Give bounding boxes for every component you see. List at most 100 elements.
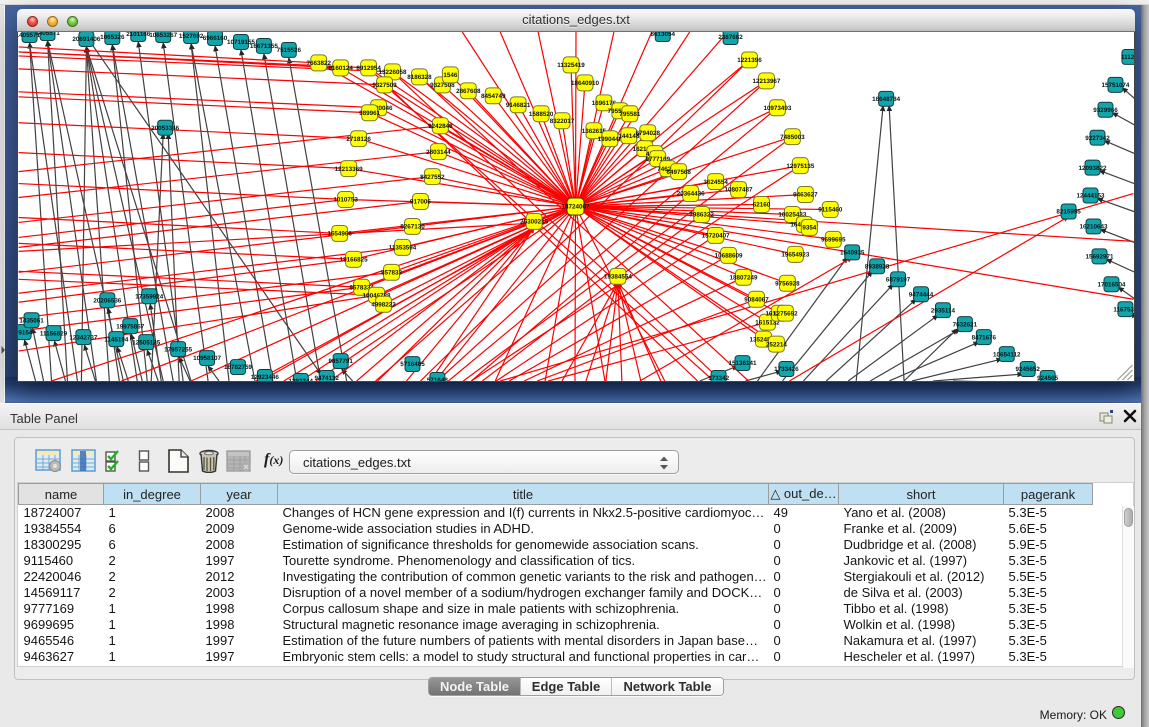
svg-text:18807249: 18807249 (730, 275, 758, 282)
svg-text:20364436: 20364436 (677, 191, 705, 198)
svg-text:17016504: 17016504 (1097, 281, 1125, 288)
svg-text:1065326: 1065326 (100, 34, 125, 41)
svg-text:9327503: 9327503 (372, 82, 397, 89)
svg-text:1010753: 1010753 (333, 197, 358, 204)
svg-text:11120: 11120 (1121, 54, 1135, 61)
svg-text:15720407: 15720407 (702, 233, 730, 240)
svg-text:10958107: 10958107 (193, 355, 221, 362)
svg-text:1527602: 1527602 (179, 33, 204, 40)
svg-text:857833: 857833 (381, 270, 402, 277)
svg-text:18724007: 18724007 (562, 204, 590, 211)
svg-text:17957255: 17957255 (164, 346, 192, 353)
svg-text:1640935: 1640935 (840, 250, 865, 257)
svg-text:9227342: 9227342 (1085, 135, 1110, 142)
svg-text:8267130: 8267130 (400, 224, 425, 231)
svg-text:1546: 1546 (443, 72, 457, 79)
svg-text:10688609: 10688609 (715, 253, 743, 260)
svg-text:16648784: 16648784 (872, 96, 900, 103)
svg-text:19384554: 19384554 (604, 274, 632, 281)
svg-text:1588520: 1588520 (529, 111, 554, 118)
svg-text:571648: 571648 (427, 377, 448, 382)
svg-text:2101166: 2101166 (126, 32, 151, 38)
svg-text:6794028: 6794028 (636, 130, 661, 137)
svg-text:924565: 924565 (1037, 375, 1058, 382)
svg-text:12975135: 12975135 (786, 163, 814, 170)
svg-text:9354: 9354 (802, 225, 816, 232)
svg-text:2935114: 2935114 (931, 307, 956, 314)
svg-text:9474444: 9474444 (909, 291, 934, 298)
svg-text:2718126: 2718126 (346, 136, 371, 143)
svg-text:8471676: 8471676 (972, 334, 997, 341)
svg-text:62160: 62160 (753, 202, 771, 209)
svg-text:16210643: 16210643 (1080, 224, 1108, 231)
svg-text:15692971: 15692971 (1086, 254, 1114, 261)
svg-text:11325419: 11325419 (557, 62, 585, 69)
svg-text:1275692: 1275692 (773, 310, 798, 317)
svg-text:8215955: 8215955 (1056, 209, 1081, 216)
svg-text:19975867: 19975867 (116, 323, 144, 330)
svg-text:10973493: 10973493 (763, 105, 791, 112)
svg-text:1292344: 1292344 (289, 378, 314, 382)
svg-text:9242848: 9242848 (428, 123, 453, 130)
svg-text:9084067: 9084067 (744, 296, 769, 303)
svg-text:12342737: 12342737 (69, 334, 97, 341)
svg-text:3624554: 3624554 (703, 179, 728, 186)
svg-text:18640910: 18640910 (571, 80, 599, 87)
svg-text:7485003: 7485003 (780, 134, 805, 141)
svg-text:1435061: 1435061 (19, 317, 44, 324)
svg-text:25300215: 25300215 (520, 219, 548, 226)
svg-text:8938928: 8938928 (865, 264, 890, 271)
svg-text:2803144: 2803144 (426, 149, 451, 156)
svg-text:252214: 252214 (766, 341, 787, 348)
svg-text:13226058: 13226058 (379, 69, 407, 76)
svg-text:11353594: 11353594 (389, 245, 417, 252)
svg-text:12213967: 12213967 (752, 78, 780, 85)
svg-text:17359924: 17359924 (135, 293, 163, 300)
svg-text:6497568: 6497568 (666, 169, 691, 176)
svg-text:20053346: 20053346 (151, 125, 179, 132)
svg-text:173342: 173342 (708, 375, 729, 382)
svg-text:9115460: 9115460 (818, 207, 843, 214)
svg-text:6879197: 6879197 (886, 276, 911, 283)
svg-text:9857791: 9857791 (328, 358, 353, 365)
svg-text:1167533: 1167533 (1113, 306, 1135, 313)
svg-text:8427552: 8427552 (420, 174, 445, 181)
svg-text:10653267: 10653267 (149, 32, 177, 39)
svg-text:10654112: 10654112 (993, 351, 1021, 358)
svg-text:8454749: 8454749 (481, 93, 506, 100)
svg-text:1221396: 1221396 (737, 57, 762, 64)
svg-text:795581: 795581 (619, 111, 640, 118)
svg-text:9699695: 9699695 (821, 237, 846, 244)
svg-text:7632621: 7632621 (953, 321, 978, 328)
svg-text:15136141: 15136141 (729, 360, 757, 367)
svg-text:8186328: 8186328 (407, 74, 432, 81)
svg-text:19654923: 19654923 (781, 252, 809, 259)
svg-text:9474132: 9474132 (314, 375, 339, 382)
svg-text:8613054: 8613054 (651, 32, 676, 38)
svg-text:15751074: 15751074 (1101, 82, 1129, 89)
svg-text:4998222: 4998222 (371, 301, 396, 308)
svg-text:11156829: 11156829 (40, 330, 68, 337)
svg-text:12923446: 12923446 (251, 374, 279, 381)
svg-text:2387682: 2387682 (718, 34, 743, 41)
svg-text:16671355: 16671355 (250, 43, 278, 50)
svg-text:9245652: 9245652 (1015, 366, 1040, 373)
svg-text:1145194: 1145194 (104, 336, 129, 343)
svg-text:2867608: 2867608 (456, 88, 481, 95)
svg-text:9756928: 9756928 (775, 280, 800, 287)
svg-text:7515526: 7515526 (277, 47, 302, 54)
svg-text:16782759: 16782759 (224, 364, 252, 371)
svg-text:12505135: 12505135 (132, 339, 160, 346)
svg-text:9146821: 9146821 (506, 102, 531, 109)
svg-text:5716485: 5716485 (400, 361, 425, 368)
svg-text:12444153: 12444153 (1077, 193, 1105, 200)
svg-text:7986322: 7986322 (689, 212, 714, 219)
svg-text:1733426: 1733426 (774, 366, 799, 373)
svg-text:1654966: 1654966 (327, 231, 352, 238)
svg-text:20206536: 20206536 (93, 297, 121, 304)
svg-text:9160124: 9160124 (328, 65, 353, 72)
svg-text:917006: 917006 (410, 199, 431, 206)
svg-text:1405571: 1405571 (35, 32, 60, 37)
svg-text:20691406: 20691406 (72, 36, 100, 43)
svg-text:9463627: 9463627 (793, 192, 818, 199)
